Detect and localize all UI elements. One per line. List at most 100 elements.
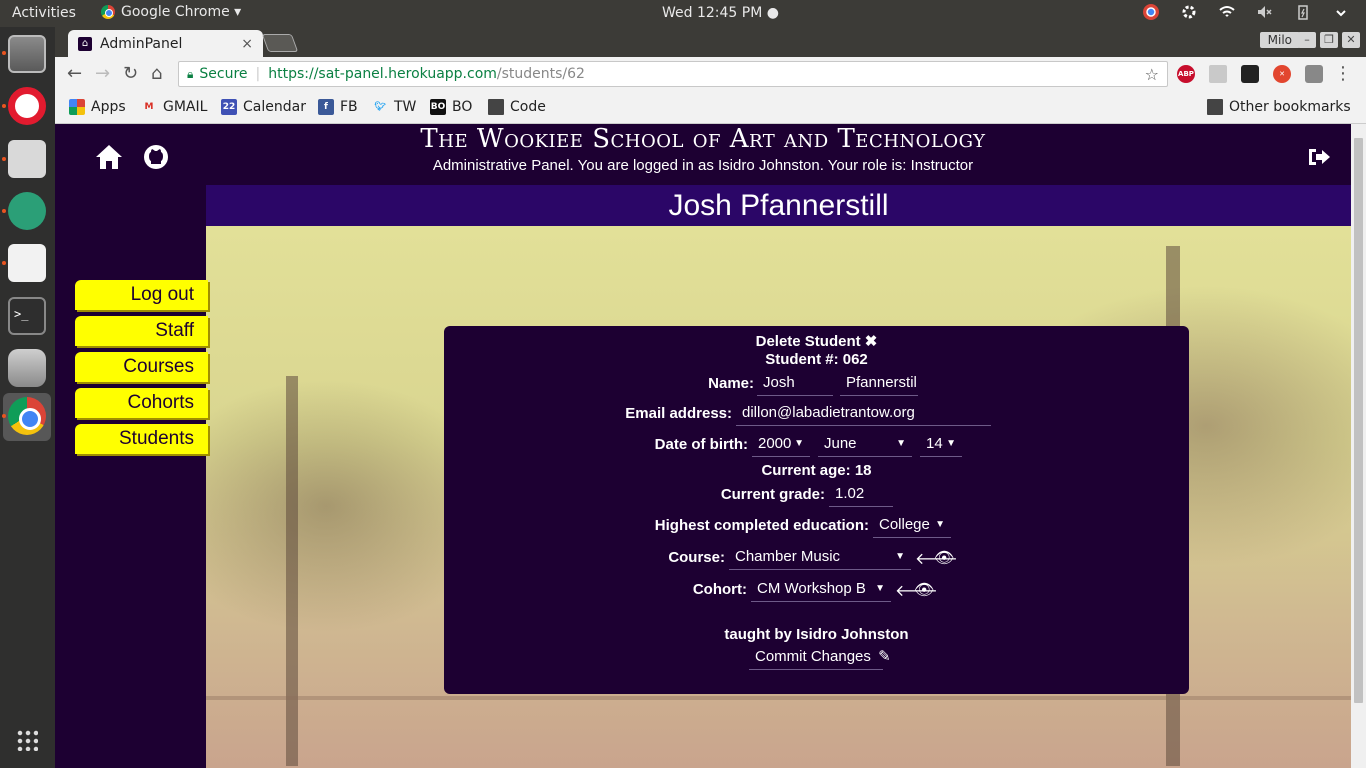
chrome-icon[interactable] [8,397,46,435]
course-select[interactable]: Chamber Music ▼ [729,546,911,570]
taught-by: taught by Isidro Johnston [724,626,909,643]
course-row: Course: Chamber Music ▼ 🡐 👁︎ [444,546,1189,572]
running-indicator [2,157,6,161]
back-arrow-icon[interactable]: ← [67,63,82,84]
commit-changes-label: Commit Changes [755,648,871,665]
app-menu[interactable]: Google Chrome ▾ [101,4,241,20]
chrome-menu-icon[interactable]: ⋮ [1334,63,1352,84]
battery-icon[interactable] [1294,3,1312,21]
bookmark-code[interactable]: Code [488,99,546,115]
wifi-icon[interactable] [1218,3,1236,21]
bookmark-label: TW [394,99,417,115]
dob-label: Date of birth: [654,436,748,453]
secure-label: Secure [199,66,248,82]
dropbox-icon[interactable] [1209,65,1227,83]
home-icon[interactable] [95,144,123,170]
commit-changes-button[interactable]: Commit Changes ✎ [749,646,891,670]
tab-adminpanel[interactable]: ⌂ AdminPanel × [68,30,263,57]
gmail-icon: M [144,102,154,112]
forward-arrow-icon[interactable]: → [95,63,110,84]
bookmark-tw[interactable]: 🐦︎ TW [372,99,416,115]
nav-students[interactable]: Students [75,424,208,454]
nav-log-out[interactable]: Log out [75,280,208,310]
bookmark-fb[interactable]: f FB [318,99,358,115]
scrollbar-thumb[interactable] [1354,138,1363,703]
first-name-input[interactable]: Josh [757,372,833,396]
cohort-select[interactable]: CM Workshop B ▼ [751,578,891,602]
course-value: Chamber Music [735,548,841,565]
vertical-scrollbar[interactable] [1351,124,1366,768]
github-icon[interactable] [143,144,169,170]
grade-label: Current grade: [720,486,825,503]
camera-icon[interactable] [1305,65,1323,83]
minimize-button[interactable]: – [1298,32,1316,48]
address-bar[interactable]: 🔒︎ Secure | https://sat-panel.herokuapp.… [178,61,1168,87]
tab-title: AdminPanel [100,35,183,52]
adblock-plus-icon[interactable]: ABP [1177,65,1195,83]
opera-icon[interactable] [8,87,46,125]
caret-down-icon: ▼ [896,438,906,449]
tab-strip: ⌂ AdminPanel × Milo – ❐ ✕ [55,27,1366,57]
nav-cohorts[interactable]: Cohorts [75,388,208,418]
other-bookmarks[interactable]: Other bookmarks [1207,99,1351,115]
facebook-icon: f [318,99,334,115]
bookmark-calendar[interactable]: 22 Calendar [221,99,306,115]
sign-out-icon[interactable] [1307,146,1331,168]
clock[interactable]: Wed 12:45 PM ● [662,5,779,21]
activities-button[interactable]: Activities [12,5,76,21]
name-row: Name: Josh Pfannerstil [444,372,1189,398]
window-controls: – ❐ ✕ [1298,32,1360,48]
atom-icon[interactable] [8,192,46,230]
files-icon[interactable] [8,35,46,73]
last-name-input[interactable]: Pfannerstil [840,372,918,396]
tab-close-icon[interactable]: × [241,36,253,52]
reload-icon[interactable]: ↻ [123,63,138,84]
cohort-value: CM Workshop B [757,580,866,597]
separator: | [255,66,261,82]
extension-icon[interactable] [1241,65,1259,83]
home-icon[interactable]: ⌂ [151,63,162,84]
profile-chip[interactable]: Milo [1259,32,1300,48]
dob-day-value: 14 [926,435,943,452]
bookmark-star-icon[interactable]: ☆ [1145,65,1159,84]
system-tray[interactable] [1142,3,1350,21]
stop-extension-icon[interactable]: ✕ [1273,65,1291,83]
grade-input[interactable]: 1.02 [829,483,893,507]
caret-down-icon: ▼ [935,519,945,530]
bookmark-bo[interactable]: BO BO [430,99,472,115]
terminal-icon[interactable]: >_ [8,297,46,335]
slack-icon[interactable] [8,140,46,178]
delete-student-button[interactable]: Delete Student ✖ [444,332,1189,350]
running-indicator [2,414,6,418]
email-input[interactable]: dillon@labadietrantow.org [736,402,991,426]
name-label: Name: [708,375,754,392]
text-editor-icon[interactable] [8,244,46,282]
dob-year-select[interactable]: 2000 ▼ [752,433,810,457]
chrome-tray-icon[interactable] [1142,3,1160,21]
launcher-dock: >_ [0,27,55,768]
power-menu-icon[interactable] [1332,3,1350,21]
new-tab-button[interactable] [261,34,299,52]
settings-gear-icon[interactable] [1180,3,1198,21]
bookmark-gmail[interactable]: M GMAIL [141,99,208,115]
dob-month-value: June [824,435,857,452]
caret-down-icon: ▼ [794,438,804,449]
close-window-button[interactable]: ✕ [1342,32,1360,48]
eye-icon[interactable]: 👁︎ [914,580,934,600]
nav-courses[interactable]: Courses [75,352,208,382]
bookmark-apps[interactable]: Apps [69,99,126,115]
dob-month-select[interactable]: June ▼ [818,433,912,457]
database-icon[interactable] [8,349,46,387]
nav-staff[interactable]: Staff [75,316,208,346]
running-indicator [2,209,6,213]
dob-day-select[interactable]: 14 ▼ [920,433,962,457]
volume-muted-icon[interactable] [1256,3,1274,21]
browser-window: ⌂ AdminPanel × Milo – ❐ ✕ ← → ↻ ⌂ 🔒︎ Sec… [55,27,1366,124]
current-age: Current age: 18 [761,462,872,479]
calendar-icon: 22 [221,99,237,115]
maximize-button[interactable]: ❐ [1320,32,1338,48]
running-indicator [2,51,6,55]
app-grid-icon[interactable] [16,729,38,751]
eye-icon[interactable]: 👁︎ [934,548,954,568]
education-select[interactable]: College ▼ [873,514,951,538]
